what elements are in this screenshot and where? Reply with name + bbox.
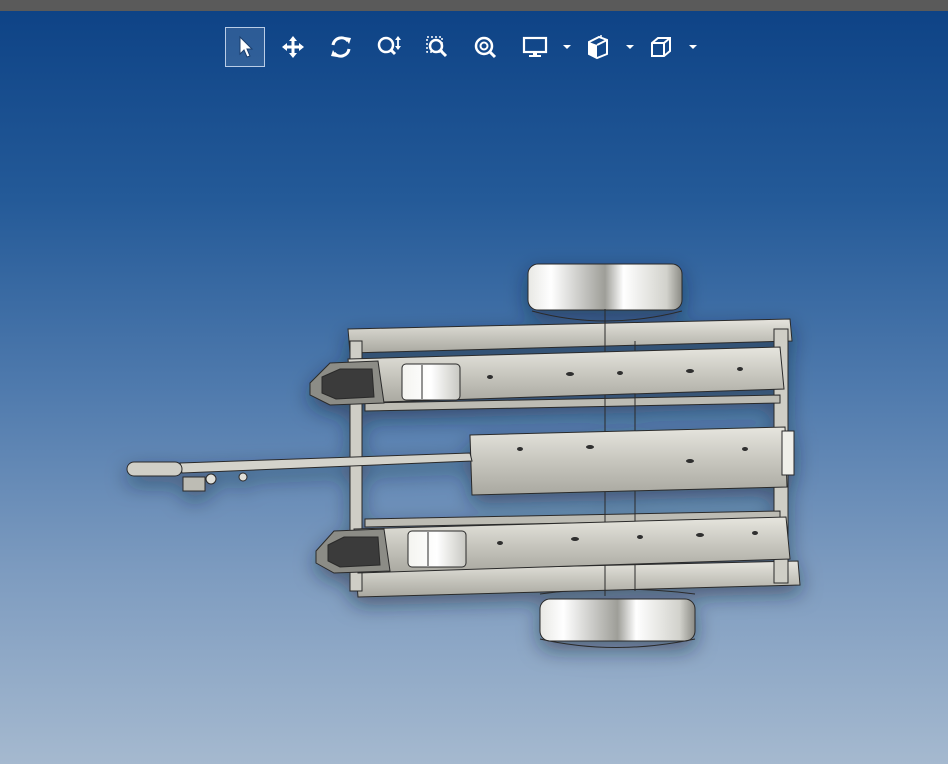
chevron-down-icon [626, 45, 634, 49]
display-mode-dropdown[interactable] [562, 41, 572, 53]
zoom-window-tool-button[interactable] [417, 27, 457, 67]
pan-tool-button[interactable] [273, 27, 313, 67]
chevron-down-icon [689, 45, 697, 49]
display-mode-button[interactable] [515, 27, 555, 67]
3d-viewport[interactable] [0, 11, 948, 764]
zoom-window-icon [426, 36, 448, 58]
zoom-fit-icon [474, 36, 497, 59]
monitor-icon [522, 36, 548, 57]
cube-icon [651, 37, 671, 57]
section-icon [588, 35, 608, 60]
zoom-tool-button[interactable] [369, 27, 409, 67]
drawbar [126, 452, 473, 492]
view-orientation-dropdown[interactable] [688, 41, 698, 53]
view-orientation-button[interactable] [641, 27, 681, 67]
window-title-strip [0, 0, 948, 11]
chevron-down-icon [563, 45, 571, 49]
view-toolbar [223, 27, 713, 69]
rotate-tool-button[interactable] [321, 27, 361, 67]
zoom-arrows-icon [377, 36, 401, 56]
move-arrows-icon [282, 36, 304, 58]
rail-center [469, 426, 795, 496]
trailer-model[interactable] [0, 11, 948, 764]
rotate-icon [331, 36, 351, 58]
zoom-fit-tool-button[interactable] [465, 27, 505, 67]
select-tool-button[interactable] [225, 27, 265, 67]
cursor-arrow-icon [239, 35, 254, 58]
section-view-dropdown[interactable] [625, 41, 635, 53]
section-view-button[interactable] [578, 27, 618, 67]
wheel-bottom [539, 588, 696, 648]
